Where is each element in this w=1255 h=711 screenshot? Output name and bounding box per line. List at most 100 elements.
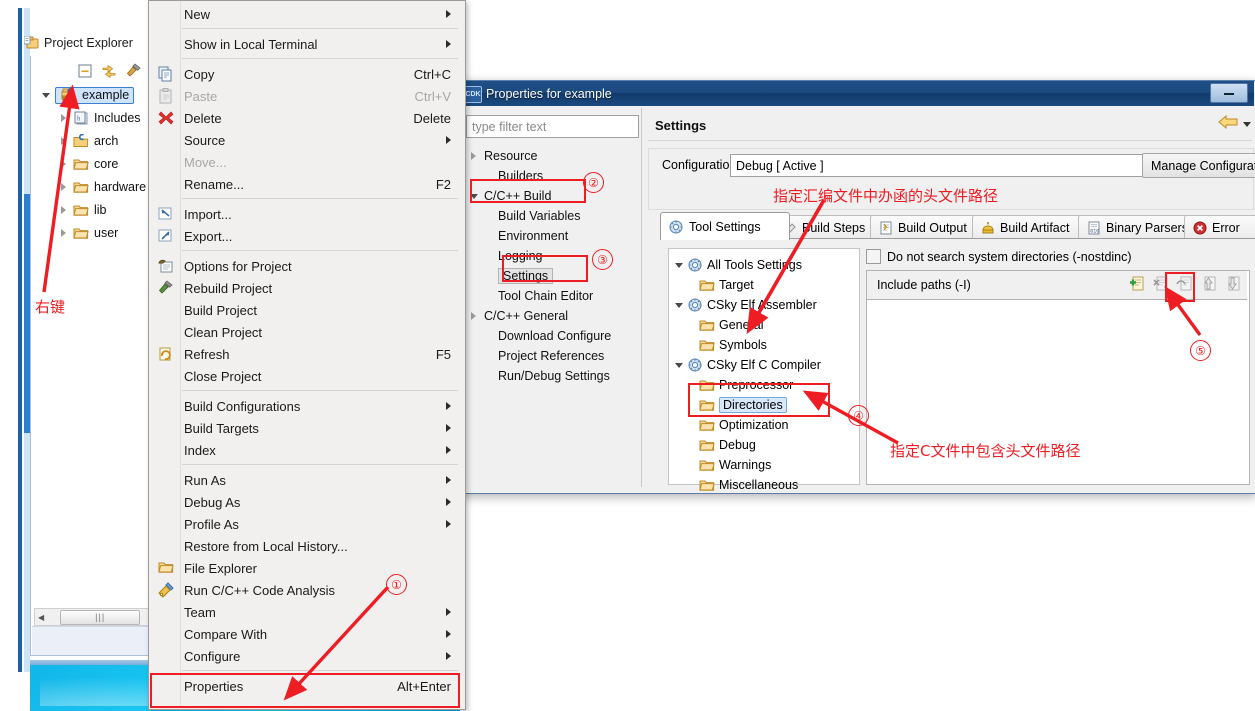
tool-tree-item-target[interactable]: Target — [693, 275, 754, 295]
menu-item-debug-as[interactable]: Debug As — [150, 491, 463, 513]
submenu-arrow-icon — [446, 630, 451, 638]
tab-build-output[interactable]: Build Output — [870, 215, 988, 240]
project-tree-item-core[interactable]: core — [60, 154, 118, 174]
tool-tree-item-miscellaneous[interactable]: Miscellaneous — [693, 475, 798, 495]
tool-tree-item-label: Symbols — [719, 338, 767, 352]
add-icon[interactable] — [1128, 275, 1146, 293]
menu-item-export[interactable]: Export... — [150, 225, 463, 247]
menu-item-file-explorer[interactable]: File Explorer — [150, 557, 463, 579]
twisty-collapsed-icon[interactable] — [60, 113, 69, 123]
tab-error[interactable]: Error — [1184, 215, 1255, 240]
build-hammer-icon[interactable] — [126, 63, 142, 81]
menu-item-import[interactable]: Import... — [150, 203, 463, 225]
menu-item-team[interactable]: Team — [150, 601, 463, 623]
project-tree-item-example[interactable]: ! example — [42, 85, 135, 105]
scroll-left-arrow-icon[interactable]: ◀ — [38, 613, 44, 622]
menu-item-rename[interactable]: Rename... F2 — [150, 173, 463, 195]
twisty-collapsed-icon[interactable] — [60, 205, 69, 215]
menu-item-copy[interactable]: Copy Ctrl+C — [150, 63, 463, 85]
menu-item-source[interactable]: Source — [150, 129, 463, 151]
properties-nav-item-tool-chain-editor[interactable]: Tool Chain Editor — [484, 286, 593, 306]
menu-item-label: Import... — [184, 206, 232, 222]
project-tree-item-user[interactable]: user — [60, 223, 118, 243]
tab-binary-parsers[interactable]: 010 Binary Parsers — [1078, 215, 1200, 240]
back-dropdown-caret-icon[interactable] — [1243, 122, 1251, 127]
menu-item-move[interactable]: Move... — [150, 151, 463, 173]
manage-configurations-button[interactable]: Manage Configurat — [1142, 153, 1255, 178]
menu-item-refresh[interactable]: Refresh F5 — [150, 343, 463, 365]
project-tree-item-content[interactable]: lib — [73, 203, 107, 217]
project-tree-item-arch[interactable]: arch — [60, 131, 118, 151]
menu-item-restore-from-local-history[interactable]: Restore from Local History... — [150, 535, 463, 557]
tool-tree-item-general[interactable]: General — [693, 315, 763, 335]
project-tree-item-label: lib — [94, 203, 107, 217]
filter-input[interactable]: type filter text — [466, 115, 639, 138]
menu-item-compare-with[interactable]: Compare With — [150, 623, 463, 645]
properties-nav-item-c-c-general[interactable]: C/C++ General — [470, 306, 568, 326]
tab-tool-settings[interactable]: Tool Settings — [660, 212, 790, 240]
tab-build-artifact[interactable]: Build Artifact — [972, 215, 1094, 240]
collapse-all-icon[interactable] — [78, 64, 92, 81]
menu-item-rebuild-project[interactable]: Rebuild Project — [150, 277, 463, 299]
menu-separator — [182, 390, 458, 391]
menu-item-paste[interactable]: Paste Ctrl+V — [150, 85, 463, 107]
properties-nav-item-project-references[interactable]: Project References — [484, 346, 604, 366]
twisty-expanded-icon[interactable] — [675, 301, 684, 310]
tool-tree-item-all-tools-settings[interactable]: All Tools Settings — [675, 255, 802, 275]
nostdinc-checkbox-row[interactable]: Do not search system directories (-nostd… — [866, 249, 1132, 264]
twisty-expanded-icon[interactable] — [675, 261, 684, 270]
twisty-collapsed-icon[interactable] — [60, 136, 69, 146]
menu-item-configure[interactable]: Configure — [150, 645, 463, 667]
properties-nav-item-download-configure[interactable]: Download Configure — [484, 326, 611, 346]
twisty-collapsed-icon[interactable] — [470, 151, 479, 161]
twisty-expanded-icon[interactable] — [675, 361, 684, 370]
project-tree-item-content[interactable]: h Includes — [73, 111, 141, 126]
project-tree-item-content[interactable]: core — [73, 157, 118, 171]
menu-item-clean-project[interactable]: Clean Project — [150, 321, 463, 343]
menu-item-run-as[interactable]: Run As — [150, 469, 463, 491]
menu-item-new[interactable]: New — [150, 3, 463, 25]
menu-item-close-project[interactable]: Close Project — [150, 365, 463, 387]
tool-tree-item-symbols[interactable]: Symbols — [693, 335, 767, 355]
scrollbar-thumb[interactable]: ||| — [60, 609, 141, 625]
move-up-icon[interactable] — [1200, 275, 1218, 293]
menu-item-build-project[interactable]: Build Project — [150, 299, 463, 321]
link-with-editor-icon[interactable] — [101, 64, 117, 81]
properties-nav-item-label: Download Configure — [498, 329, 612, 343]
nostdinc-checkbox[interactable] — [866, 249, 881, 264]
twisty-collapsed-icon[interactable] — [60, 159, 69, 169]
project-tree-item-content[interactable]: user — [73, 226, 118, 240]
project-tree-item-lib[interactable]: lib — [60, 200, 107, 220]
twisty-collapsed-icon[interactable] — [60, 182, 69, 192]
properties-nav-item-run-debug-settings[interactable]: Run/Debug Settings — [484, 366, 610, 386]
tool-tree-item-optimization[interactable]: Optimization — [693, 415, 788, 435]
folder-icon — [73, 226, 89, 240]
properties-nav-item-build-variables[interactable]: Build Variables — [484, 206, 580, 226]
properties-nav-item-environment[interactable]: Environment — [484, 226, 568, 246]
properties-nav-item-resource[interactable]: Resource — [470, 146, 538, 166]
menu-item-index[interactable]: Index — [150, 439, 463, 461]
project-tree-item-content[interactable]: arch — [73, 133, 118, 148]
tool-tree-item-warnings[interactable]: Warnings — [693, 455, 771, 475]
tool-tree-item-csky-elf-assembler[interactable]: CSky Elf Assembler — [675, 295, 817, 315]
back-navigation-icon[interactable] — [1218, 114, 1238, 132]
menu-item-build-targets[interactable]: Build Targets — [150, 417, 463, 439]
menu-item-delete[interactable]: Delete Delete — [150, 107, 463, 129]
twisty-collapsed-icon[interactable] — [470, 311, 479, 321]
menu-item-profile-as[interactable]: Profile As — [150, 513, 463, 535]
move-down-icon[interactable] — [1224, 275, 1242, 293]
tool-tree-item-debug[interactable]: Debug — [693, 435, 756, 455]
twisty-collapsed-icon[interactable] — [60, 228, 69, 238]
project-tree-item-includes[interactable]: h Includes — [60, 108, 141, 128]
menu-item-label: Run As — [184, 472, 226, 488]
menu-item-options-for-project[interactable]: Options for Project — [150, 255, 463, 277]
tool-tree-item-csky-elf-c-compiler[interactable]: CSky Elf C Compiler — [675, 355, 821, 375]
twisty-expanded-icon[interactable] — [42, 91, 51, 100]
menu-item-show-in-local-terminal[interactable]: Show in Local Terminal — [150, 33, 463, 55]
project-tree-item-content[interactable]: hardware — [73, 180, 146, 194]
menu-item-run-c-c-code-analysis[interactable]: Run C/C++ Code Analysis — [150, 579, 463, 601]
project-tree-item-hardware[interactable]: hardware — [60, 177, 146, 197]
project-tree-item-content[interactable]: ! example — [55, 86, 135, 104]
properties-dialog-titlebar[interactable]: CDK Properties for example — [456, 81, 1254, 106]
menu-item-build-configurations[interactable]: Build Configurations — [150, 395, 463, 417]
